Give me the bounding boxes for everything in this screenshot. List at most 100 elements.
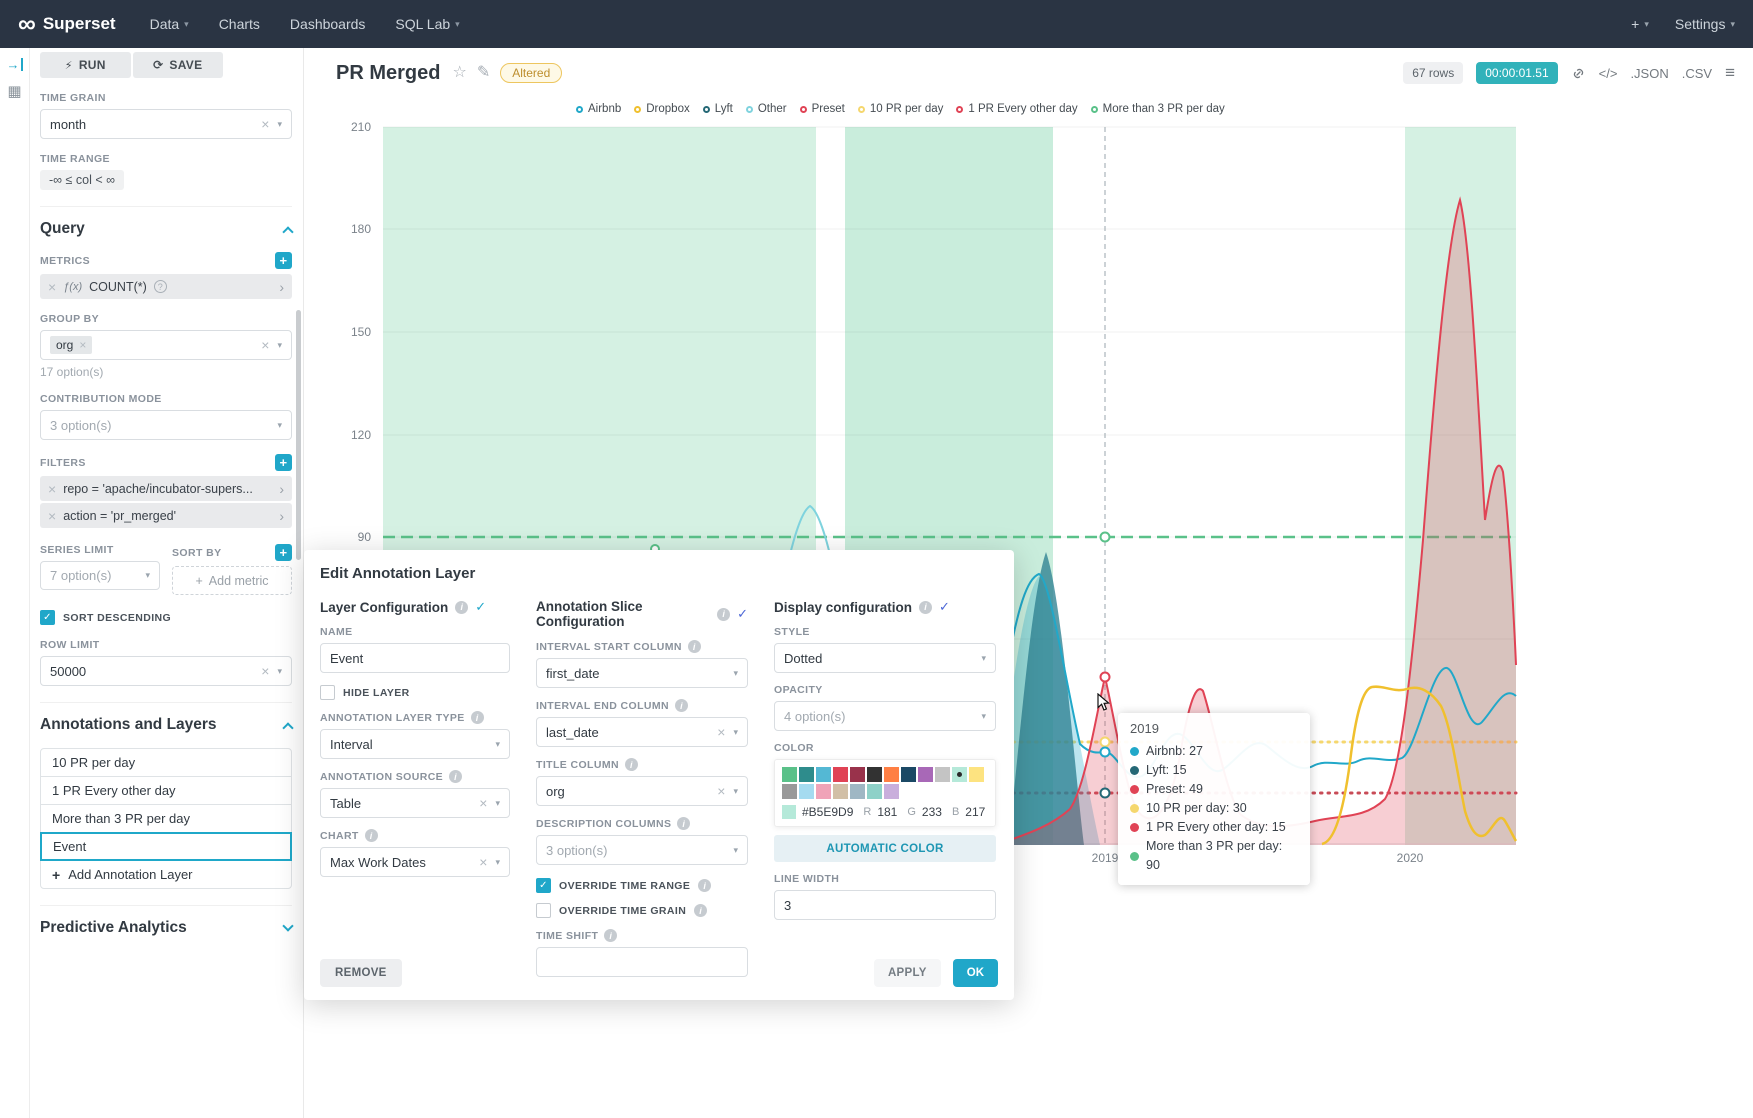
nav-item-dashboards[interactable]: Dashboards — [290, 16, 366, 32]
settings-menu[interactable]: Settings ▾ — [1675, 16, 1735, 32]
annotation-layer-type-select[interactable]: Interval ▾ — [320, 729, 510, 759]
legend-item[interactable]: Dropbox — [634, 103, 689, 115]
embed-code-icon[interactable]: </> — [1599, 66, 1618, 81]
clear-icon[interactable]: × — [261, 664, 269, 678]
color-swatch[interactable] — [918, 767, 933, 782]
annotation-layer-item[interactable]: 10 PR per day — [40, 748, 292, 777]
legend-item[interactable]: More than 3 PR per day — [1091, 103, 1225, 115]
sort-descending-checkbox[interactable]: ✓ — [40, 610, 55, 625]
color-swatch[interactable] — [782, 767, 797, 782]
b-value[interactable]: 217 — [965, 805, 985, 819]
remove-filter-icon[interactable]: × — [48, 509, 56, 523]
contribution-mode-select[interactable]: 3 option(s) ▾ — [40, 410, 292, 440]
r-value[interactable]: 181 — [877, 805, 897, 819]
color-swatch[interactable] — [799, 767, 814, 782]
run-button[interactable]: ⚡ RUN — [40, 52, 131, 78]
legend-item[interactable]: Preset — [800, 103, 845, 115]
info-icon[interactable]: i — [717, 608, 730, 621]
new-item-button[interactable]: + ▾ — [1631, 16, 1649, 32]
clear-icon[interactable]: × — [717, 784, 725, 798]
clear-icon[interactable]: × — [261, 338, 269, 352]
color-swatch[interactable] — [833, 767, 848, 782]
color-swatch[interactable] — [816, 784, 831, 799]
color-swatch[interactable] — [884, 784, 899, 799]
info-icon[interactable]: i — [365, 829, 378, 842]
info-icon[interactable]: i — [694, 904, 707, 917]
query-section-header[interactable]: Query — [40, 206, 292, 238]
color-swatch[interactable] — [935, 767, 950, 782]
color-swatch[interactable] — [901, 767, 916, 782]
save-button[interactable]: ⟳ SAVE — [133, 52, 224, 78]
color-swatch[interactable] — [850, 767, 865, 782]
color-swatch[interactable] — [867, 767, 882, 782]
info-icon[interactable]: i — [625, 758, 638, 771]
nav-item-sql-lab[interactable]: SQL Lab▾ — [395, 16, 459, 32]
row-limit-select[interactable]: 50000 × ▾ — [40, 656, 292, 686]
color-swatch[interactable] — [850, 784, 865, 799]
annotation-layer-item[interactable]: More than 3 PR per day — [40, 804, 292, 833]
line-width-input[interactable] — [774, 890, 996, 920]
annotation-layer-item[interactable]: 1 PR Every other day — [40, 776, 292, 805]
hex-value[interactable]: #B5E9D9 — [802, 805, 853, 819]
series-limit-select[interactable]: 7 option(s) ▾ — [40, 561, 160, 590]
legend-item[interactable]: Other — [746, 103, 787, 115]
color-swatch[interactable] — [952, 767, 967, 782]
favorite-star-icon[interactable]: ☆ — [452, 65, 466, 81]
info-icon[interactable]: i — [455, 601, 468, 614]
clear-icon[interactable]: × — [479, 855, 487, 869]
ok-button[interactable]: OK — [953, 959, 998, 987]
remove-filter-icon[interactable]: × — [48, 482, 56, 496]
nav-item-data[interactable]: Data▾ — [150, 16, 189, 32]
info-icon[interactable]: i — [449, 770, 462, 783]
remove-button[interactable]: REMOVE — [320, 959, 402, 987]
group-by-select[interactable]: org × × ▾ — [40, 330, 292, 360]
legend-item[interactable]: 10 PR per day — [858, 103, 944, 115]
legend-item[interactable]: 1 PR Every other day — [956, 103, 1077, 115]
style-select[interactable]: Dotted ▾ — [774, 643, 996, 673]
chart-select[interactable]: Max Work Dates × ▾ — [320, 847, 510, 877]
edit-pencil-icon[interactable]: ✎ — [477, 65, 490, 81]
info-icon[interactable]: i — [604, 929, 617, 942]
clear-icon[interactable]: × — [717, 725, 725, 739]
clear-icon[interactable]: × — [479, 796, 487, 810]
filter-pill[interactable]: ×repo = 'apache/incubator-supers...› — [40, 476, 292, 501]
legend-item[interactable]: Airbnb — [576, 103, 621, 115]
hide-layer-checkbox[interactable] — [320, 685, 335, 700]
description-columns-select[interactable]: 3 option(s) ▾ — [536, 835, 748, 865]
info-icon[interactable]: i — [675, 699, 688, 712]
annotations-section-header[interactable]: Annotations and Layers — [40, 702, 292, 734]
override-time-range-checkbox[interactable]: ✓ — [536, 878, 551, 893]
color-swatch[interactable] — [782, 784, 797, 799]
color-swatch[interactable] — [884, 767, 899, 782]
annotation-layer-item[interactable]: Event — [40, 832, 292, 861]
link-icon[interactable] — [1571, 66, 1586, 81]
automatic-color-button[interactable]: AUTOMATIC COLOR — [774, 835, 996, 862]
sort-by-add-metric[interactable]: + Add metric — [172, 566, 292, 595]
title-column-select[interactable]: org × ▾ — [536, 776, 748, 806]
add-annotation-layer-button[interactable]: + Add Annotation Layer — [40, 860, 292, 889]
g-value[interactable]: 233 — [922, 805, 942, 819]
info-icon[interactable]: i — [471, 711, 484, 724]
color-swatch[interactable] — [833, 784, 848, 799]
info-icon[interactable]: i — [688, 640, 701, 653]
interval-end-select[interactable]: last_date × ▾ — [536, 717, 748, 747]
json-export-button[interactable]: .JSON — [1630, 66, 1668, 81]
filter-pill[interactable]: ×action = 'pr_merged'› — [40, 503, 292, 528]
color-swatch[interactable] — [816, 767, 831, 782]
predictive-section-header[interactable]: Predictive Analytics — [40, 905, 292, 937]
override-time-grain-checkbox[interactable] — [536, 903, 551, 918]
remove-metric-icon[interactable]: × — [48, 280, 56, 294]
time-range-badge[interactable]: -∞ ≤ col < ∞ — [40, 170, 124, 190]
metric-pill[interactable]: × ƒ(x) COUNT(*) ? › — [40, 274, 292, 299]
remove-chip-icon[interactable]: × — [79, 339, 86, 351]
panel-scrollbar[interactable] — [296, 310, 301, 560]
info-icon[interactable]: i — [919, 601, 932, 614]
datasource-grid-icon[interactable]: ▦ — [7, 84, 21, 99]
color-swatch[interactable] — [799, 784, 814, 799]
info-icon[interactable]: i — [677, 817, 690, 830]
add-metric-button[interactable]: + — [275, 252, 292, 269]
clear-icon[interactable]: × — [261, 117, 269, 131]
annotation-source-select[interactable]: Table × ▾ — [320, 788, 510, 818]
color-swatch[interactable] — [969, 767, 984, 782]
info-icon[interactable]: i — [698, 879, 711, 892]
